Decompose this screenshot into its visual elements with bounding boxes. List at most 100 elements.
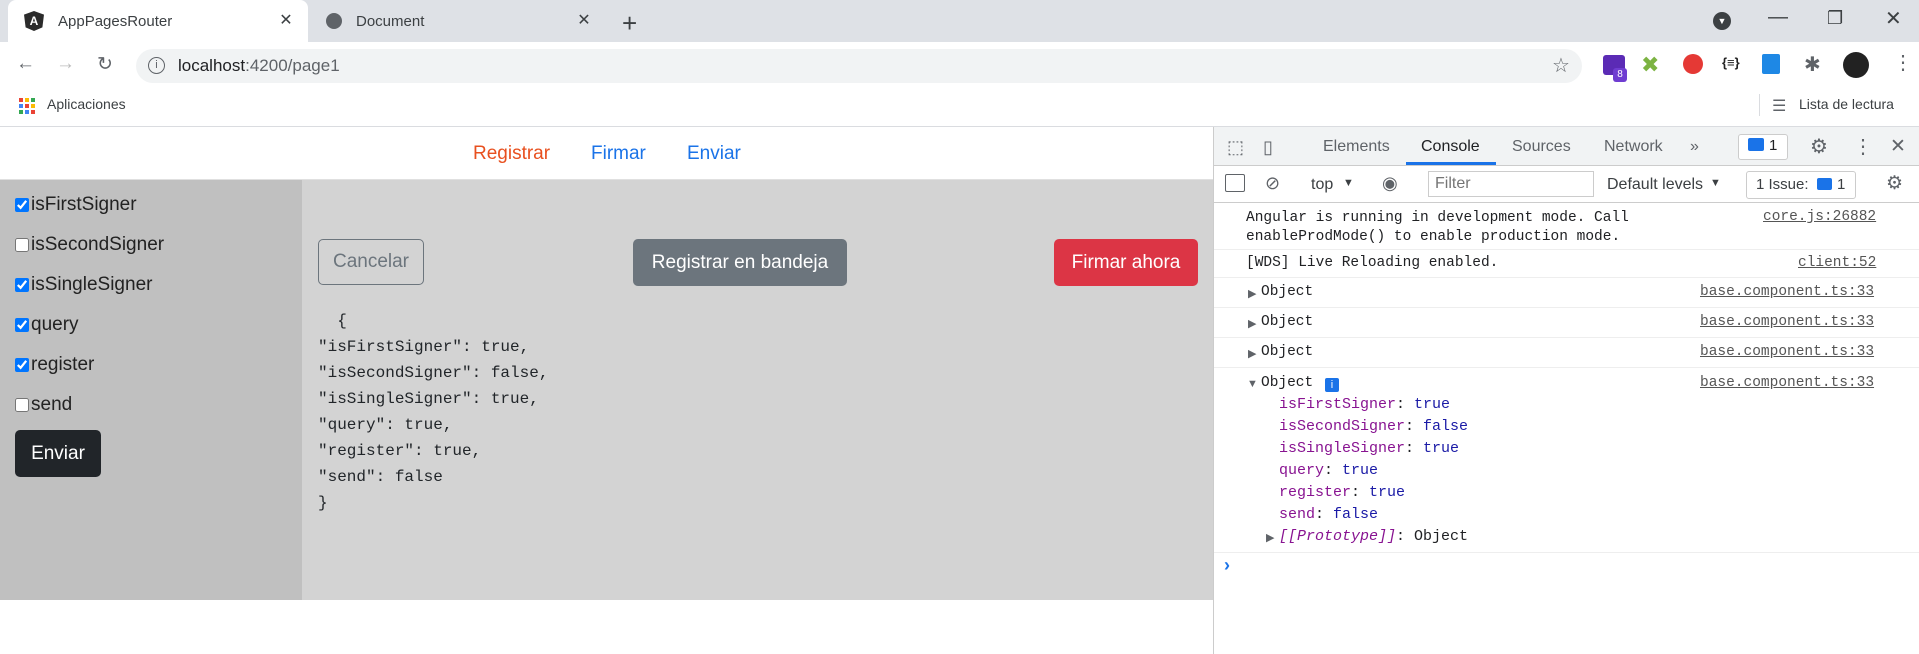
- console-filter-input[interactable]: [1428, 171, 1594, 197]
- close-tab-icon[interactable]: ✕: [574, 11, 594, 31]
- minimize-icon[interactable]: —: [1768, 6, 1788, 29]
- expand-triangle-icon[interactable]: ▶: [1248, 317, 1256, 330]
- live-expression-eye-icon[interactable]: ◉: [1382, 173, 1398, 194]
- nav-link-firmar[interactable]: Firmar: [591, 143, 646, 165]
- tab-elements[interactable]: Elements: [1323, 138, 1390, 156]
- tab-network[interactable]: Network: [1604, 138, 1663, 156]
- property-colon: :: [1315, 506, 1334, 523]
- prototype-value: Object: [1414, 528, 1469, 545]
- property-colon: :: [1405, 418, 1424, 435]
- sign-now-button[interactable]: Firmar ahora: [1054, 239, 1198, 286]
- extension-download-icon[interactable]: [1762, 54, 1780, 74]
- omnibox[interactable]: [136, 49, 1582, 83]
- issues-count: 1: [1769, 137, 1778, 154]
- reading-list-button[interactable]: Lista de lectura: [1799, 96, 1894, 112]
- log-levels-select[interactable]: Default levels: [1607, 176, 1703, 194]
- expand-triangle-icon[interactable]: ▶: [1266, 531, 1274, 544]
- console-source-link[interactable]: base.component.ts:33: [1700, 284, 1874, 300]
- browser-tab-document[interactable]: Document ✕: [310, 0, 606, 42]
- extension-adblock-icon[interactable]: [1683, 54, 1703, 74]
- browser-tab-apppagesrouter[interactable]: A AppPagesRouter ✕: [8, 0, 308, 42]
- extension-json-icon[interactable]: {≡}: [1722, 55, 1740, 70]
- bookmarks-divider: [1759, 94, 1760, 116]
- console-prompt[interactable]: ›: [1224, 555, 1230, 576]
- chrome-menu-icon[interactable]: ⋮: [1893, 50, 1913, 75]
- console-source-link[interactable]: base.component.ts:33: [1700, 344, 1874, 360]
- settings-gear-icon[interactable]: ⚙: [1810, 134, 1828, 159]
- inspect-element-icon[interactable]: ⬚: [1227, 137, 1244, 158]
- close-devtools-icon[interactable]: ✕: [1890, 135, 1906, 158]
- extensions-puzzle-icon[interactable]: ✱: [1804, 52, 1821, 77]
- close-window-icon[interactable]: ✕: [1885, 6, 1902, 31]
- nav-link-registrar[interactable]: Registrar: [473, 143, 550, 165]
- property-value: true: [1423, 440, 1460, 457]
- expand-triangle-icon[interactable]: ▶: [1248, 287, 1256, 300]
- checkbox-input[interactable]: [15, 198, 29, 212]
- console-message: Angular is running in development mode. …: [1246, 210, 1629, 245]
- console-source-link[interactable]: base.component.ts:33: [1700, 314, 1874, 330]
- devtools-menu-icon[interactable]: ⋮: [1853, 134, 1873, 159]
- message-icon: [1748, 138, 1764, 151]
- bookmark-apps[interactable]: Aplicaciones: [47, 96, 126, 112]
- url-path: :4200/page1: [245, 56, 340, 75]
- close-tab-icon[interactable]: ✕: [276, 11, 296, 31]
- context-select[interactable]: top: [1311, 176, 1333, 194]
- tab-console[interactable]: Console: [1421, 138, 1480, 156]
- property-colon: :: [1324, 462, 1343, 479]
- property-value: true: [1369, 484, 1406, 501]
- console-source-link[interactable]: base.component.ts:33: [1700, 375, 1874, 391]
- checkbox-label: isFirstSigner: [31, 194, 137, 215]
- tab-sources[interactable]: Sources: [1512, 138, 1571, 156]
- reload-icon[interactable]: ↻: [97, 53, 113, 76]
- restore-icon[interactable]: ❐: [1827, 8, 1843, 29]
- url-host: localhost: [178, 56, 246, 75]
- checkbox-input[interactable]: [15, 318, 29, 332]
- extension-tools-icon[interactable]: ✖: [1641, 52, 1659, 78]
- sidebar-toggle-icon[interactable]: [1225, 174, 1245, 192]
- enviar-button[interactable]: Enviar: [15, 430, 101, 477]
- checkbox-isfirstsigner[interactable]: isFirstSigner: [15, 194, 137, 216]
- avatar[interactable]: [1843, 52, 1869, 78]
- more-tabs-icon[interactable]: »: [1690, 138, 1699, 156]
- collapse-triangle-icon[interactable]: ▼: [1247, 378, 1258, 390]
- chevron-down-icon: ▼: [1710, 177, 1721, 189]
- device-toolbar-icon[interactable]: ▯: [1263, 137, 1273, 158]
- checkbox-input[interactable]: [15, 238, 29, 252]
- console-object-expanded[interactable]: Object: [1261, 375, 1313, 391]
- forward-icon[interactable]: →: [56, 53, 75, 75]
- checkbox-input[interactable]: [15, 398, 29, 412]
- object-property: isFirstSigner: true: [1279, 396, 1450, 413]
- checkbox-send[interactable]: send: [15, 394, 72, 416]
- checkbox-input[interactable]: [15, 278, 29, 292]
- checkbox-register[interactable]: register: [15, 354, 94, 376]
- new-tab-icon[interactable]: +: [622, 8, 637, 39]
- cancel-button[interactable]: Cancelar: [318, 239, 424, 285]
- console-object[interactable]: Object: [1261, 284, 1313, 300]
- back-icon[interactable]: ←: [16, 53, 35, 75]
- console-object[interactable]: Object: [1261, 344, 1313, 360]
- checkbox-label: register: [31, 354, 95, 375]
- console-divider: [1214, 337, 1919, 338]
- console-message: [WDS] Live Reloading enabled.: [1246, 255, 1499, 271]
- expand-triangle-icon[interactable]: ▶: [1248, 347, 1256, 360]
- console-source-link[interactable]: client:52: [1798, 255, 1876, 271]
- prototype-property[interactable]: [[Prototype]]: Object: [1279, 528, 1468, 545]
- console-settings-gear-icon[interactable]: ⚙: [1886, 172, 1903, 195]
- clear-console-icon[interactable]: ⊘: [1265, 173, 1280, 194]
- checkbox-issinglesigner[interactable]: isSingleSigner: [15, 274, 152, 296]
- bookmark-star-icon[interactable]: ☆: [1552, 53, 1570, 78]
- tab-search-icon[interactable]: ▼: [1713, 12, 1731, 30]
- info-icon[interactable]: i: [1325, 378, 1339, 392]
- property-key: isSingleSigner: [1279, 440, 1406, 457]
- checkbox-label: isSingleSigner: [31, 274, 153, 295]
- console-source-link[interactable]: core.js:26882: [1763, 209, 1876, 225]
- checkbox-input[interactable]: [15, 358, 29, 372]
- nav-link-enviar[interactable]: Enviar: [687, 143, 741, 165]
- console-object[interactable]: Object: [1261, 314, 1313, 330]
- site-info-icon[interactable]: i: [148, 57, 165, 74]
- checkbox-query[interactable]: query: [15, 314, 79, 336]
- checkbox-issecondsigner[interactable]: isSecondSigner: [15, 234, 164, 256]
- property-key: query: [1279, 462, 1325, 479]
- register-inbox-button[interactable]: Registrar en bandeja: [633, 239, 847, 286]
- checkbox-label: query: [31, 314, 79, 335]
